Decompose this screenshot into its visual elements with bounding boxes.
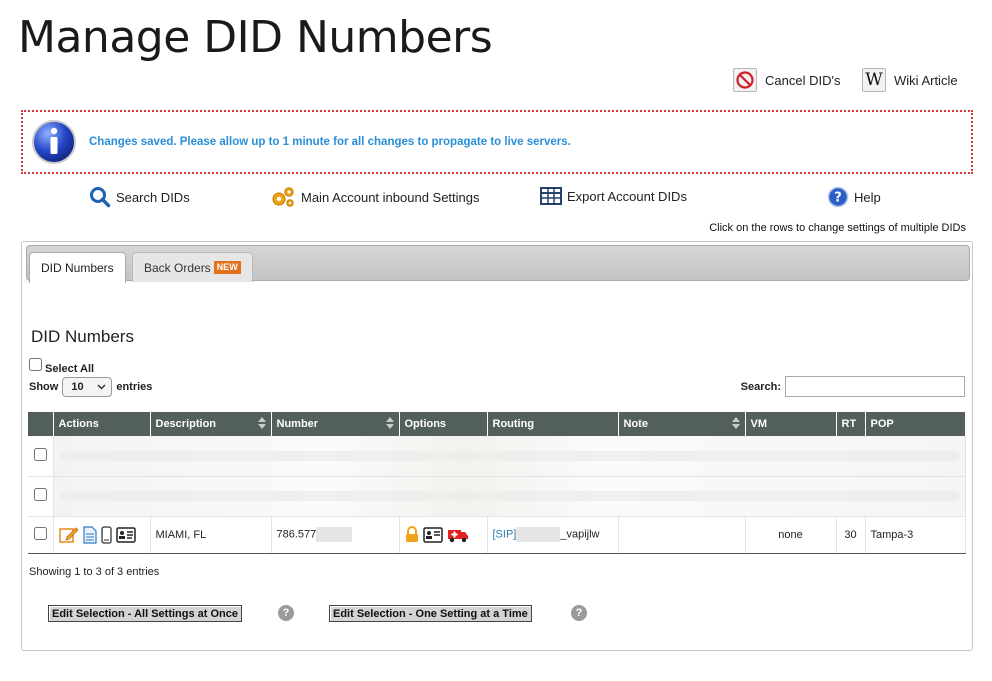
tab-back-orders[interactable]: Back Orders NEW bbox=[132, 252, 253, 282]
tab-bar: DID Numbers Back Orders NEW bbox=[26, 245, 970, 283]
contact-card-icon[interactable] bbox=[115, 526, 136, 543]
redacted-row bbox=[53, 476, 966, 517]
pop-cell: Tampa-3 bbox=[865, 516, 966, 554]
info-icon bbox=[32, 120, 76, 164]
lock-icon bbox=[405, 526, 418, 542]
col-options: Options bbox=[399, 412, 488, 436]
document-icon[interactable] bbox=[82, 525, 97, 544]
wiki-article-button[interactable]: W Wiki Article bbox=[862, 68, 958, 92]
search-dids-link[interactable]: Search DIDs bbox=[89, 186, 190, 208]
svg-text:?: ? bbox=[834, 191, 842, 206]
edit-icon[interactable] bbox=[58, 526, 79, 544]
export-dids-label: Export Account DIDs bbox=[567, 188, 687, 204]
tab-label: Back Orders bbox=[144, 260, 211, 275]
cancel-dids-label: Cancel DID's bbox=[765, 72, 841, 88]
col-description[interactable]: Description bbox=[150, 412, 272, 436]
search-label: Search: bbox=[740, 380, 781, 393]
select-all-label: Select All bbox=[45, 363, 95, 375]
options-cell bbox=[399, 516, 488, 554]
table-row[interactable] bbox=[28, 476, 966, 517]
search-icon bbox=[90, 187, 111, 208]
mobile-phone-icon[interactable] bbox=[100, 525, 112, 544]
wikipedia-icon: W bbox=[862, 68, 886, 92]
question-icon[interactable]: ? bbox=[278, 605, 294, 621]
did-table: Actions Description Number Options Routi… bbox=[28, 412, 966, 554]
vm-cell: none bbox=[745, 516, 837, 554]
col-rt: RT bbox=[836, 412, 866, 436]
sort-icon bbox=[731, 417, 740, 429]
col-note[interactable]: Note bbox=[618, 412, 746, 436]
page-size-select[interactable]: 10 bbox=[62, 377, 113, 397]
row-checkbox[interactable] bbox=[33, 488, 47, 501]
table-search: Search: bbox=[741, 376, 965, 397]
col-label: Note bbox=[623, 418, 648, 430]
col-actions: Actions bbox=[53, 412, 151, 436]
wiki-article-label: Wiki Article bbox=[894, 72, 958, 88]
rt-cell: 30 bbox=[836, 516, 866, 554]
multi-row-hint: Click on the rows to change settings of … bbox=[709, 222, 966, 234]
table-header-row: Actions Description Number Options Routi… bbox=[28, 412, 966, 436]
cancel-dids-button[interactable]: Cancel DID's bbox=[733, 68, 840, 92]
col-vm: VM bbox=[745, 412, 837, 436]
note-cell bbox=[618, 516, 746, 554]
section-title: DID Numbers bbox=[31, 327, 134, 346]
contact-card-icon bbox=[422, 526, 443, 543]
routing-cell: [SIP] _vapijlw bbox=[487, 516, 619, 554]
table-info: Showing 1 to 3 of 3 entries bbox=[29, 566, 160, 578]
did-panel: DID Numbers Back Orders NEW DID Numbers … bbox=[21, 241, 973, 651]
actions-cell bbox=[53, 516, 151, 554]
main-inbound-settings-label: Main Account inbound Settings bbox=[301, 189, 480, 205]
search-input[interactable] bbox=[785, 376, 965, 397]
help-link[interactable]: ? Help bbox=[827, 186, 881, 208]
table-row[interactable] bbox=[28, 436, 966, 477]
edit-one-setting-button[interactable]: Edit Selection - One Setting at a Time bbox=[329, 605, 532, 622]
row-checkbox[interactable] bbox=[33, 526, 47, 540]
routing-type: [SIP] bbox=[492, 528, 517, 541]
table-icon bbox=[540, 187, 562, 205]
number-value: 786.577 bbox=[276, 528, 317, 541]
chevron-down-icon bbox=[97, 384, 106, 390]
gears-icon bbox=[272, 187, 294, 207]
col-routing: Routing bbox=[487, 412, 619, 436]
select-all[interactable]: Select All bbox=[29, 358, 94, 375]
main-inbound-settings-link[interactable]: Main Account inbound Settings bbox=[270, 186, 480, 208]
help-label: Help bbox=[854, 189, 881, 205]
new-badge: NEW bbox=[213, 261, 241, 274]
col-select bbox=[28, 412, 54, 436]
question-icon[interactable]: ? bbox=[571, 605, 587, 621]
table-row[interactable]: MIAMI, FL 786.577 [SIP] _vapijlw none 30… bbox=[28, 516, 966, 554]
select-all-checkbox[interactable] bbox=[29, 358, 42, 371]
tab-did-numbers[interactable]: DID Numbers bbox=[29, 252, 126, 283]
did-table-wrap: Actions Description Number Options Routi… bbox=[28, 412, 966, 554]
entries-label: entries bbox=[116, 381, 153, 393]
routing-target: _vapijlw bbox=[560, 528, 600, 541]
app-root: Manage DID Numbers Cancel DID's W Wiki A… bbox=[0, 0, 992, 681]
page-title: Manage DID Numbers bbox=[18, 12, 493, 63]
col-number[interactable]: Number bbox=[271, 412, 400, 436]
col-label: Description bbox=[155, 418, 217, 430]
page-size-control: Show 10 entries bbox=[29, 377, 152, 397]
row-checkbox[interactable] bbox=[33, 447, 47, 461]
ambulance-icon bbox=[447, 529, 468, 542]
edit-all-settings-button[interactable]: Edit Selection - All Settings at Once bbox=[48, 605, 243, 622]
col-label: Number bbox=[276, 418, 319, 430]
number-cell: 786.577 bbox=[271, 516, 400, 554]
cancel-icon bbox=[733, 68, 757, 92]
redacted-number bbox=[316, 527, 353, 542]
tab-label: DID Numbers bbox=[41, 261, 114, 275]
sort-icon bbox=[385, 417, 394, 429]
help-icon: ? bbox=[827, 186, 849, 208]
search-dids-label: Search DIDs bbox=[116, 189, 190, 205]
page-size-value: 10 bbox=[71, 381, 84, 393]
redacted-row bbox=[53, 436, 966, 477]
export-dids-link[interactable]: Export Account DIDs bbox=[540, 186, 687, 206]
show-label: Show bbox=[29, 381, 59, 393]
description-cell: MIAMI, FL bbox=[150, 516, 272, 554]
notice-text: Changes saved. Please allow up to 1 minu… bbox=[89, 136, 571, 148]
sort-icon bbox=[257, 417, 266, 429]
notice-banner: Changes saved. Please allow up to 1 minu… bbox=[21, 110, 973, 174]
redacted-routing bbox=[516, 527, 561, 542]
col-pop: POP bbox=[865, 412, 966, 436]
